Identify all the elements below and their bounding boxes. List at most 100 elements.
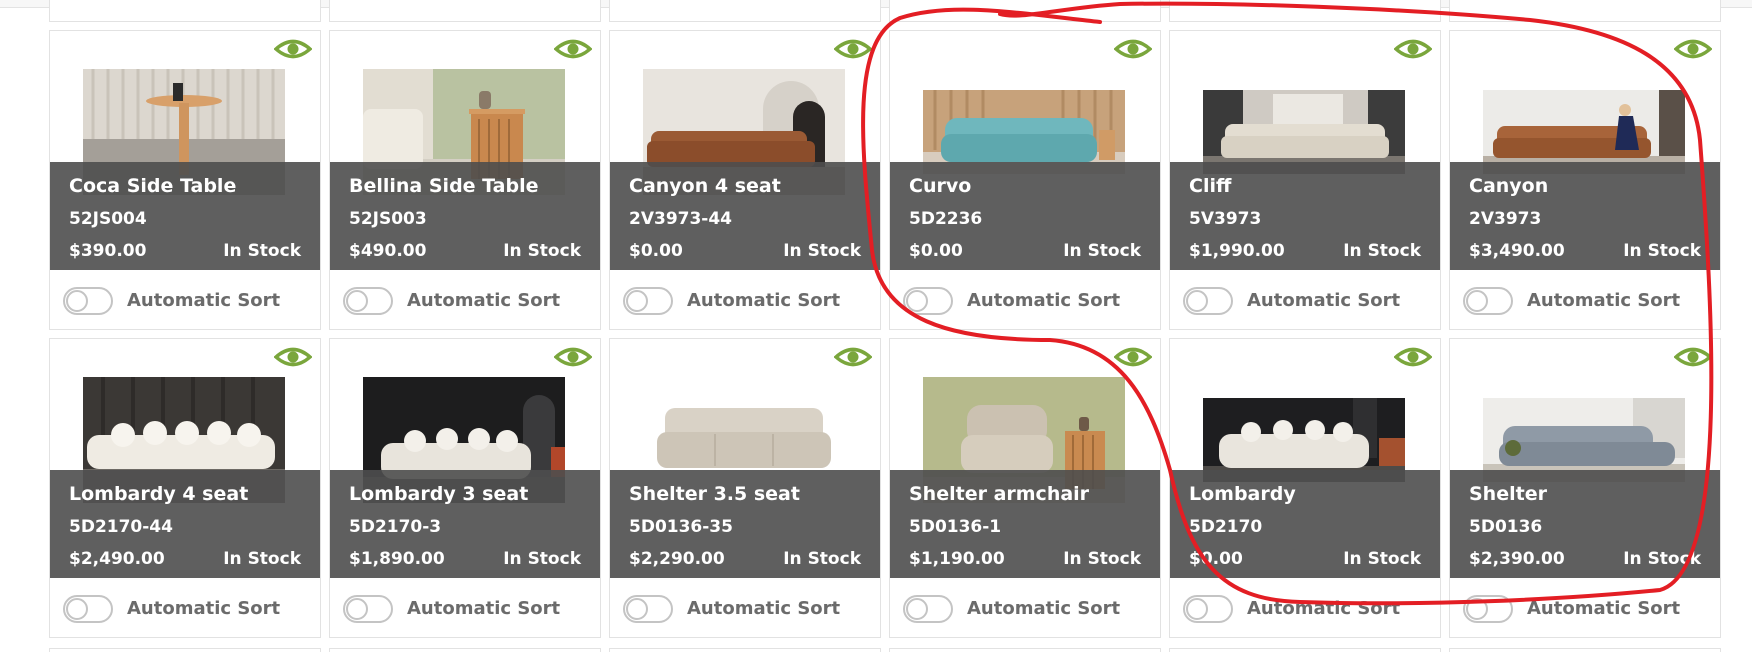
- product-info-overlay: Cliff 5V3973 $1,990.00 In Stock: [1170, 162, 1440, 270]
- stock-status: In Stock: [1623, 549, 1701, 569]
- automatic-sort-toggle[interactable]: [1463, 595, 1513, 623]
- product-price: $490.00: [349, 241, 427, 261]
- stock-status: In Stock: [783, 549, 861, 569]
- eye-icon[interactable]: [1674, 344, 1712, 370]
- stock-status: In Stock: [223, 549, 301, 569]
- product-info-overlay: Coca Side Table 52JS004 $390.00 In Stock: [50, 162, 320, 270]
- product-card-partial: [49, 0, 321, 22]
- product-price: $3,490.00: [1469, 241, 1565, 261]
- eye-icon[interactable]: [1114, 344, 1152, 370]
- product-price: $0.00: [1189, 549, 1243, 569]
- eye-icon[interactable]: [1674, 36, 1712, 62]
- product-price: $390.00: [69, 241, 147, 261]
- toggle-knob: [1186, 290, 1208, 312]
- automatic-sort-toggle[interactable]: [903, 595, 953, 623]
- product-price: $1,890.00: [349, 549, 445, 569]
- product-card-partial: [1169, 648, 1441, 652]
- automatic-sort-toggle[interactable]: [63, 287, 113, 315]
- automatic-sort-label: Automatic Sort: [407, 290, 561, 311]
- eye-icon[interactable]: [834, 36, 872, 62]
- product-info-overlay: Lombardy 3 seat 5D2170-3 $1,890.00 In St…: [330, 470, 600, 578]
- product-card[interactable]: Lombardy 4 seat 5D2170-44 $2,490.00 In S…: [49, 338, 321, 638]
- automatic-sort-toggle[interactable]: [903, 287, 953, 315]
- automatic-sort-label: Automatic Sort: [967, 598, 1121, 619]
- eye-icon[interactable]: [274, 344, 312, 370]
- stock-status: In Stock: [223, 241, 301, 261]
- product-info-overlay: Canyon 2V3973 $3,490.00 In Stock: [1450, 162, 1720, 270]
- stock-status: In Stock: [1343, 241, 1421, 261]
- product-info-overlay: Shelter 5D0136 $2,390.00 In Stock: [1450, 470, 1720, 578]
- product-card[interactable]: Curvo 5D2236 $0.00 In Stock Automatic So…: [889, 30, 1161, 330]
- eye-icon[interactable]: [1394, 344, 1432, 370]
- product-price: $0.00: [629, 241, 683, 261]
- product-card[interactable]: Lombardy 3 seat 5D2170-3 $1,890.00 In St…: [329, 338, 601, 638]
- automatic-sort-toggle[interactable]: [1463, 287, 1513, 315]
- product-name: Shelter armchair: [909, 483, 1090, 505]
- product-name: Curvo: [909, 175, 972, 197]
- product-price: $0.00: [909, 241, 963, 261]
- automatic-sort-label: Automatic Sort: [127, 290, 281, 311]
- product-price: $1,990.00: [1189, 241, 1285, 261]
- toggle-knob: [66, 598, 88, 620]
- product-name: Lombardy 4 seat: [69, 483, 249, 505]
- automatic-sort-toggle[interactable]: [623, 595, 673, 623]
- eye-icon[interactable]: [1114, 36, 1152, 62]
- product-info-overlay: Curvo 5D2236 $0.00 In Stock: [890, 162, 1160, 270]
- automatic-sort-toggle[interactable]: [623, 287, 673, 315]
- product-card-partial: [1169, 0, 1441, 22]
- automatic-sort-label: Automatic Sort: [1247, 598, 1401, 619]
- automatic-sort-label: Automatic Sort: [1247, 290, 1401, 311]
- product-card[interactable]: Shelter 3.5 seat 5D0136-35 $2,290.00 In …: [609, 338, 881, 638]
- eye-icon[interactable]: [274, 36, 312, 62]
- product-info-overlay: Bellina Side Table 52JS003 $490.00 In St…: [330, 162, 600, 270]
- automatic-sort-label: Automatic Sort: [407, 598, 561, 619]
- product-sku: 5D0136-35: [629, 517, 733, 537]
- automatic-sort-label: Automatic Sort: [1527, 598, 1681, 619]
- product-info-overlay: Shelter armchair 5D0136-1 $1,190.00 In S…: [890, 470, 1160, 578]
- toggle-knob: [346, 290, 368, 312]
- toggle-knob: [1186, 598, 1208, 620]
- product-card[interactable]: Canyon 4 seat 2V3973-44 $0.00 In Stock A…: [609, 30, 881, 330]
- product-card[interactable]: Cliff 5V3973 $1,990.00 In Stock Automati…: [1169, 30, 1441, 330]
- product-price: $2,290.00: [629, 549, 725, 569]
- product-card[interactable]: Bellina Side Table 52JS003 $490.00 In St…: [329, 30, 601, 330]
- toggle-knob: [346, 598, 368, 620]
- product-sku: 5D0136-1: [909, 517, 1002, 537]
- product-info-overlay: Lombardy 5D2170 $0.00 In Stock: [1170, 470, 1440, 578]
- product-info-overlay: Canyon 4 seat 2V3973-44 $0.00 In Stock: [610, 162, 880, 270]
- toggle-knob: [906, 598, 928, 620]
- automatic-sort-toggle[interactable]: [343, 287, 393, 315]
- automatic-sort-label: Automatic Sort: [687, 290, 841, 311]
- product-card[interactable]: Shelter armchair 5D0136-1 $1,190.00 In S…: [889, 338, 1161, 638]
- eye-icon[interactable]: [834, 344, 872, 370]
- eye-icon[interactable]: [554, 344, 592, 370]
- automatic-sort-toggle[interactable]: [1183, 595, 1233, 623]
- automatic-sort-toggle[interactable]: [63, 595, 113, 623]
- eye-icon[interactable]: [1394, 36, 1432, 62]
- product-card[interactable]: Shelter 5D0136 $2,390.00 In Stock Automa…: [1449, 338, 1721, 638]
- product-sku: 52JS003: [349, 209, 427, 229]
- automatic-sort-label: Automatic Sort: [127, 598, 281, 619]
- product-card-partial: [1449, 648, 1721, 652]
- product-name: Canyon 4 seat: [629, 175, 781, 197]
- product-sku: 5D0136: [1469, 517, 1543, 537]
- automatic-sort-toggle[interactable]: [1183, 287, 1233, 315]
- stock-status: In Stock: [783, 241, 861, 261]
- automatic-sort-toggle[interactable]: [343, 595, 393, 623]
- product-card-partial: [889, 648, 1161, 652]
- product-card[interactable]: Lombardy 5D2170 $0.00 In Stock Automatic…: [1169, 338, 1441, 638]
- stock-status: In Stock: [1063, 241, 1141, 261]
- product-card[interactable]: Coca Side Table 52JS004 $390.00 In Stock…: [49, 30, 321, 330]
- product-info-overlay: Lombardy 4 seat 5D2170-44 $2,490.00 In S…: [50, 470, 320, 578]
- product-name: Canyon: [1469, 175, 1549, 197]
- product-card[interactable]: Canyon 2V3973 $3,490.00 In Stock Automat…: [1449, 30, 1721, 330]
- product-name: Bellina Side Table: [349, 175, 539, 197]
- automatic-sort-label: Automatic Sort: [1527, 290, 1681, 311]
- toggle-knob: [626, 598, 648, 620]
- product-sku: 52JS004: [69, 209, 147, 229]
- eye-icon[interactable]: [554, 36, 592, 62]
- automatic-sort-label: Automatic Sort: [967, 290, 1121, 311]
- toggle-knob: [66, 290, 88, 312]
- product-sku: 2V3973: [1469, 209, 1542, 229]
- stock-status: In Stock: [1343, 549, 1421, 569]
